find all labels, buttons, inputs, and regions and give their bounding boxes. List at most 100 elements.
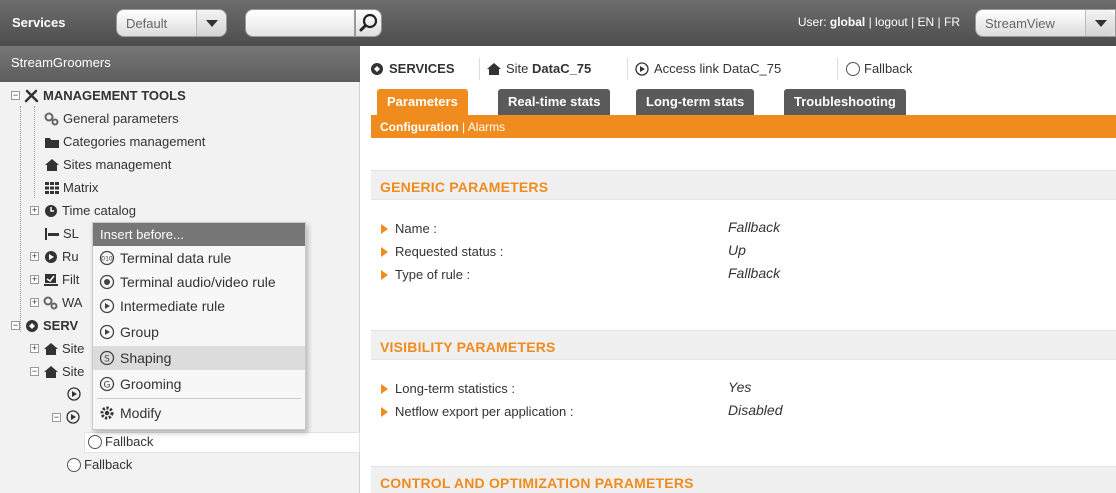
menu-item-terminal-data-rule[interactable]: 010 Terminal data rule <box>93 246 305 270</box>
services-label: Services <box>12 15 66 30</box>
param-type-of-rule-value: Fallback <box>728 265 781 281</box>
tree-node-management-tools[interactable]: − MANAGEMENT TOOLS <box>11 88 186 103</box>
breadcrumb-access-link[interactable]: Access link DataC_75 <box>634 61 781 76</box>
search-input[interactable] <box>245 9 355 37</box>
play-circle-outline-icon <box>66 387 82 401</box>
logout-link[interactable]: logout <box>875 15 908 29</box>
chevron-down-icon <box>1095 20 1107 27</box>
tree-connector <box>20 106 21 332</box>
tree-node-ru[interactable]: + Ru <box>30 249 79 264</box>
house-icon <box>487 62 501 75</box>
menu-item-modify[interactable]: Modify <box>93 401 305 425</box>
tab-troubleshooting[interactable]: Troubleshooting <box>784 89 906 115</box>
shaping-icon: S <box>99 350 115 366</box>
breadcrumb-separator <box>627 58 628 80</box>
breadcrumb-site[interactable]: Site DataC_75 <box>486 61 591 76</box>
tree-item-sl[interactable]: SL <box>44 226 79 241</box>
menu-item-group[interactable]: Group <box>93 320 305 344</box>
profile-dropdown[interactable]: Default <box>116 9 227 37</box>
section-title: CONTROL AND OPTIMIZATION PARAMETERS <box>380 475 694 491</box>
house-icon <box>43 342 59 356</box>
tree-node-site-1[interactable]: + Site <box>30 341 84 356</box>
lang-fr-link[interactable]: FR <box>944 15 960 29</box>
collapse-icon[interactable]: − <box>11 321 20 330</box>
user-line: User: global | logout | EN | FR <box>797 15 960 29</box>
section-control-optimization: CONTROL AND OPTIMIZATION PARAMETERS <box>371 466 1116 493</box>
breadcrumb-fallback[interactable]: Fallback <box>846 61 912 76</box>
context-menu: Insert before... 010 Terminal data rule … <box>92 222 306 430</box>
section-generic-parameters: GENERIC PARAMETERS <box>371 170 1116 200</box>
tree-item-general-parameters[interactable]: General parameters <box>44 111 179 126</box>
user-name: global <box>829 15 866 29</box>
tree-node-filt[interactable]: + Filt <box>30 272 79 287</box>
section-visibility-parameters: VISIBILITY PARAMETERS <box>371 330 1116 360</box>
view-dropdown-value: StreamView <box>985 16 1055 31</box>
services-icon <box>24 319 40 333</box>
tree-node-site-2[interactable]: − Site <box>30 364 84 379</box>
tree-node-wa[interactable]: + WA <box>30 295 82 310</box>
radio-icon <box>846 61 860 76</box>
tab-long-term-stats[interactable]: Long-term stats <box>636 89 755 115</box>
play-circle-outline-icon <box>65 410 81 424</box>
sub-navigation: Configuration | Alarms <box>371 115 1116 138</box>
tree-node-services[interactable]: − SERV <box>11 318 78 333</box>
house-icon <box>44 158 60 172</box>
menu-item-shaping[interactable]: S Shaping <box>93 346 305 370</box>
tree-item-fallback-root[interactable]: Fallback <box>67 457 132 472</box>
lang-en-link[interactable]: EN <box>918 15 935 29</box>
user-prefix: User: <box>797 15 830 29</box>
expand-icon[interactable]: + <box>30 275 39 284</box>
radio-icon <box>88 434 102 449</box>
tree-node-access-link[interactable] <box>66 387 82 401</box>
expand-icon[interactable]: + <box>30 344 39 353</box>
tree-item-sites-management[interactable]: Sites management <box>44 157 171 172</box>
param-name-value: Fallback <box>728 219 781 235</box>
expand-icon[interactable]: + <box>30 252 39 261</box>
menu-item-grooming[interactable]: G Grooming <box>93 372 305 396</box>
view-dropdown[interactable]: StreamView <box>975 9 1116 37</box>
tree-node-time-catalog[interactable]: + Time catalog <box>30 203 136 218</box>
play-circle-outline-icon <box>635 61 649 76</box>
view-dropdown-button[interactable] <box>1085 10 1115 36</box>
tree-node-intermediate[interactable]: − <box>52 410 81 424</box>
tree-item-categories-management[interactable]: Categories management <box>44 134 205 149</box>
subnav-configuration[interactable]: Configuration <box>380 120 459 134</box>
gear-icon <box>100 406 114 420</box>
profile-dropdown-button[interactable] <box>196 10 226 36</box>
radio-icon <box>67 457 81 472</box>
house-icon <box>43 365 59 379</box>
search-box <box>245 9 382 37</box>
bullet-arrow-icon <box>381 406 388 417</box>
tab-parameters[interactable]: Parameters <box>377 89 468 115</box>
clock-icon <box>43 204 59 218</box>
breadcrumb-services[interactable]: SERVICES <box>369 61 455 76</box>
gears-icon <box>44 112 60 126</box>
param-requested-status: Requested status : <box>381 244 503 259</box>
filter-icon <box>43 273 59 287</box>
search-button[interactable] <box>355 9 382 37</box>
menu-item-intermediate-rule[interactable]: Intermediate rule <box>93 294 305 318</box>
subnav-alarms[interactable]: Alarms <box>468 120 505 134</box>
terminal-av-icon <box>99 274 115 290</box>
play-circle-icon <box>43 250 59 264</box>
breadcrumb: SERVICES Site DataC_75 Access link DataC… <box>361 58 1116 80</box>
tree-item-fallback-child[interactable]: Fallback <box>88 434 153 449</box>
content-spacer <box>371 138 1116 160</box>
param-long-term-statistics: Long-term statistics : <box>381 381 515 396</box>
expand-icon[interactable]: + <box>30 298 39 307</box>
menu-item-terminal-av-rule[interactable]: Terminal audio/video rule <box>93 270 305 294</box>
param-type-of-rule: Type of rule : <box>381 267 470 282</box>
terminal-data-icon: 010 <box>99 250 115 266</box>
param-long-term-statistics-value: Yes <box>728 379 752 395</box>
param-name: Name : <box>381 221 437 236</box>
collapse-icon[interactable]: − <box>11 91 20 100</box>
collapse-icon[interactable]: − <box>52 412 61 422</box>
tree-item-matrix[interactable]: Matrix <box>44 180 98 195</box>
grooming-icon: G <box>99 376 115 392</box>
collapse-icon[interactable]: − <box>30 367 39 376</box>
play-circle-icon <box>99 298 115 314</box>
gears-icon <box>43 296 59 310</box>
main-content: SERVICES Site DataC_75 Access link DataC… <box>361 46 1116 493</box>
expand-icon[interactable]: + <box>30 206 39 215</box>
tab-real-time-stats[interactable]: Real-time stats <box>498 89 611 115</box>
